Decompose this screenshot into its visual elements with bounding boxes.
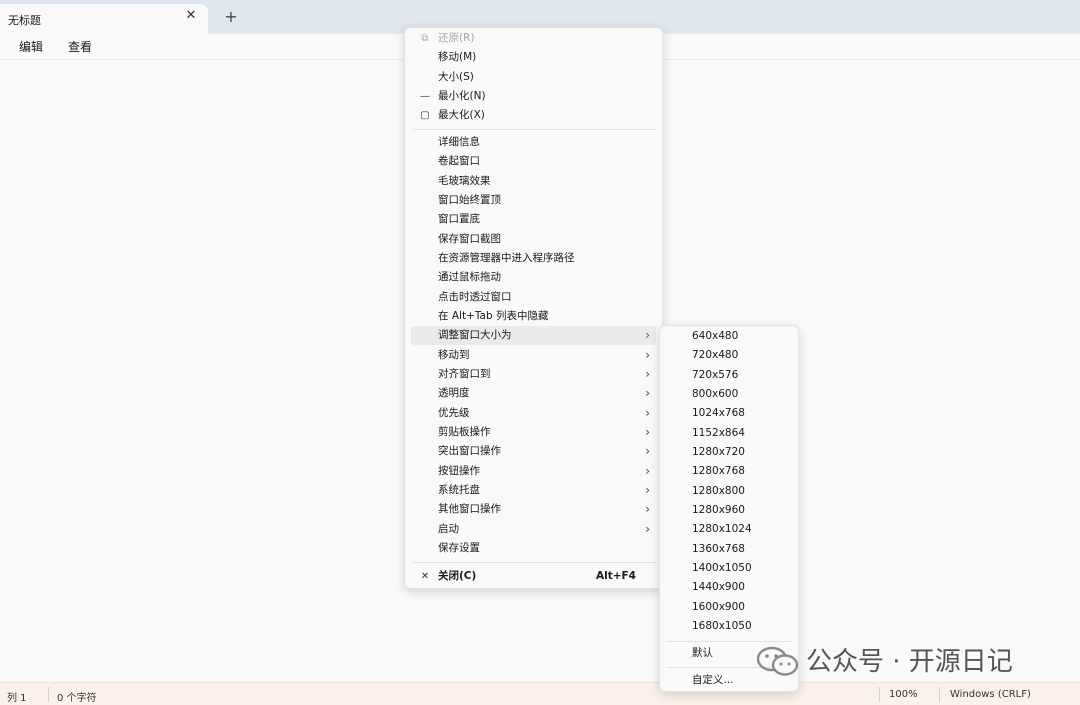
menu-separator [413,562,656,563]
cursor-position: 列 1 [7,693,27,704]
submenu-item-800x600[interactable]: 800x600 [666,385,792,404]
menu-item-align-to[interactable]: 对齐窗口到 › [411,365,656,384]
submenu-arrow-icon: › [645,522,650,536]
menu-item-startup[interactable]: 启动 › [411,520,656,539]
submenu-item-1360x768[interactable]: 1360x768 [666,540,792,559]
zoom-level[interactable]: 100% [889,689,918,700]
menu-item-resize-to[interactable]: 调整窗口大小为 › [411,326,656,345]
watermark: 公众号 · 开源日记 [756,645,1056,679]
menu-item-button-actions[interactable]: 按钮操作 › [411,462,656,481]
menu-separator [666,641,792,642]
char-count: 0 个字符 [57,693,97,704]
menu-item-system-tray[interactable]: 系统托盘 › [411,481,656,500]
submenu-item-1280x1024[interactable]: 1280x1024 [666,520,792,539]
menu-item-move-to[interactable]: 移动到 › [411,346,656,365]
submenu-item-1280x960[interactable]: 1280x960 [666,501,792,520]
submenu-arrow-icon: › [645,464,650,478]
submenu-item-640x480[interactable]: 640x480 [666,327,792,346]
submenu-item-1024x768[interactable]: 1024x768 [666,404,792,423]
submenu-arrow-icon: › [645,444,650,458]
close-icon: ✕ [420,571,430,582]
submenu-arrow-icon: › [645,406,650,420]
watermark-text: 公众号 · 开源日记 [806,647,1013,677]
maximize-icon: ▢ [420,110,430,121]
submenu-item-1280x800[interactable]: 1280x800 [666,482,792,501]
menu-item-other-window-actions[interactable]: 其他窗口操作 › [411,500,656,519]
menu-item-open-program-path[interactable]: 在资源管理器中进入程序路径 [411,249,656,268]
submenu-item-1440x900[interactable]: 1440x900 [666,578,792,597]
submenu-item-1400x1050[interactable]: 1400x1050 [666,559,792,578]
submenu-arrow-icon: › [645,502,650,516]
menu-item-details[interactable]: 详细信息 [411,133,656,152]
submenu-arrow-icon: › [645,483,650,497]
menu-item-blur-effect[interactable]: 毛玻璃效果 [411,172,656,191]
menu-item-priority[interactable]: 优先级 › [411,404,656,423]
tab-title: 无标题 [8,14,41,27]
menu-item-transparency[interactable]: 透明度 › [411,384,656,403]
submenu-arrow-icon: › [645,425,650,439]
submenu-item-1600x900[interactable]: 1600x900 [666,598,792,617]
status-divider [939,687,940,702]
menu-item-clipboard[interactable]: 剪贴板操作 › [411,423,656,442]
submenu-item-720x480[interactable]: 720x480 [666,346,792,365]
menu-item-minimize[interactable]: — 最小化(N) [411,87,656,106]
new-tab-icon[interactable]: + [222,8,240,26]
menu-item-maximize[interactable]: ▢ 最大化(X) [411,106,656,125]
line-ending[interactable]: Windows (CRLF) [950,689,1031,700]
submenu-item-1280x720[interactable]: 1280x720 [666,443,792,462]
shortcut-label: Alt+F4 [595,570,636,582]
resize-submenu: 640x480 720x480 720x576 800x600 1024x768… [659,325,799,692]
window-context-menu: ⧉ 还原(R) 移动(M) 大小(S) — 最小化(N) ▢ 最大化(X) 详细… [404,27,663,589]
wechat-logo-icon [756,646,799,676]
submenu-arrow-icon: › [645,386,650,400]
submenu-item-1152x864[interactable]: 1152x864 [666,424,792,443]
status-divider [48,687,49,702]
menu-item-highlight-window[interactable]: 突出窗口操作 › [411,442,656,461]
menu-item-roll-up[interactable]: 卷起窗口 [411,152,656,171]
submenu-item-720x576[interactable]: 720x576 [666,366,792,385]
menu-item-save-settings[interactable]: 保存设置 [411,539,656,558]
submenu-item-1680x1050[interactable]: 1680x1050 [666,617,792,636]
restore-icon: ⧉ [421,33,429,44]
menu-item-restore[interactable]: ⧉ 还原(R) [411,29,656,48]
menu-item-mouse-drag[interactable]: 通过鼠标拖动 [411,268,656,287]
menu-item-close[interactable]: ✕ 关闭(C) Alt+F4 [411,567,656,586]
status-divider [879,687,880,702]
submenu-arrow-icon: › [645,328,650,342]
menu-item-click-through[interactable]: 点击时透过窗口 [411,288,656,307]
menu-item-hide-alt-tab[interactable]: 在 Alt+Tab 列表中隐藏 [411,307,656,326]
submenu-arrow-icon: › [645,348,650,362]
minimize-icon: — [420,91,430,102]
menu-item-always-on-top[interactable]: 窗口始终置顶 [411,191,656,210]
menu-item-move[interactable]: 移动(M) [411,48,656,67]
menu-edit[interactable]: 编辑 [19,38,43,55]
status-bar: 列 1 0 个字符 100% Windows (CRLF) [0,682,1080,705]
menu-item-size[interactable]: 大小(S) [411,68,656,87]
menu-view[interactable]: 查看 [68,38,92,55]
close-tab-icon[interactable]: ✕ [184,9,198,23]
menu-item-send-to-bottom[interactable]: 窗口置底 [411,210,656,229]
submenu-arrow-icon: › [645,367,650,381]
menu-item-save-screenshot[interactable]: 保存窗口截图 [411,230,656,249]
submenu-item-1280x768[interactable]: 1280x768 [666,462,792,481]
menu-separator [413,129,656,130]
tab-untitled[interactable]: 无标题 ✕ [0,4,208,34]
